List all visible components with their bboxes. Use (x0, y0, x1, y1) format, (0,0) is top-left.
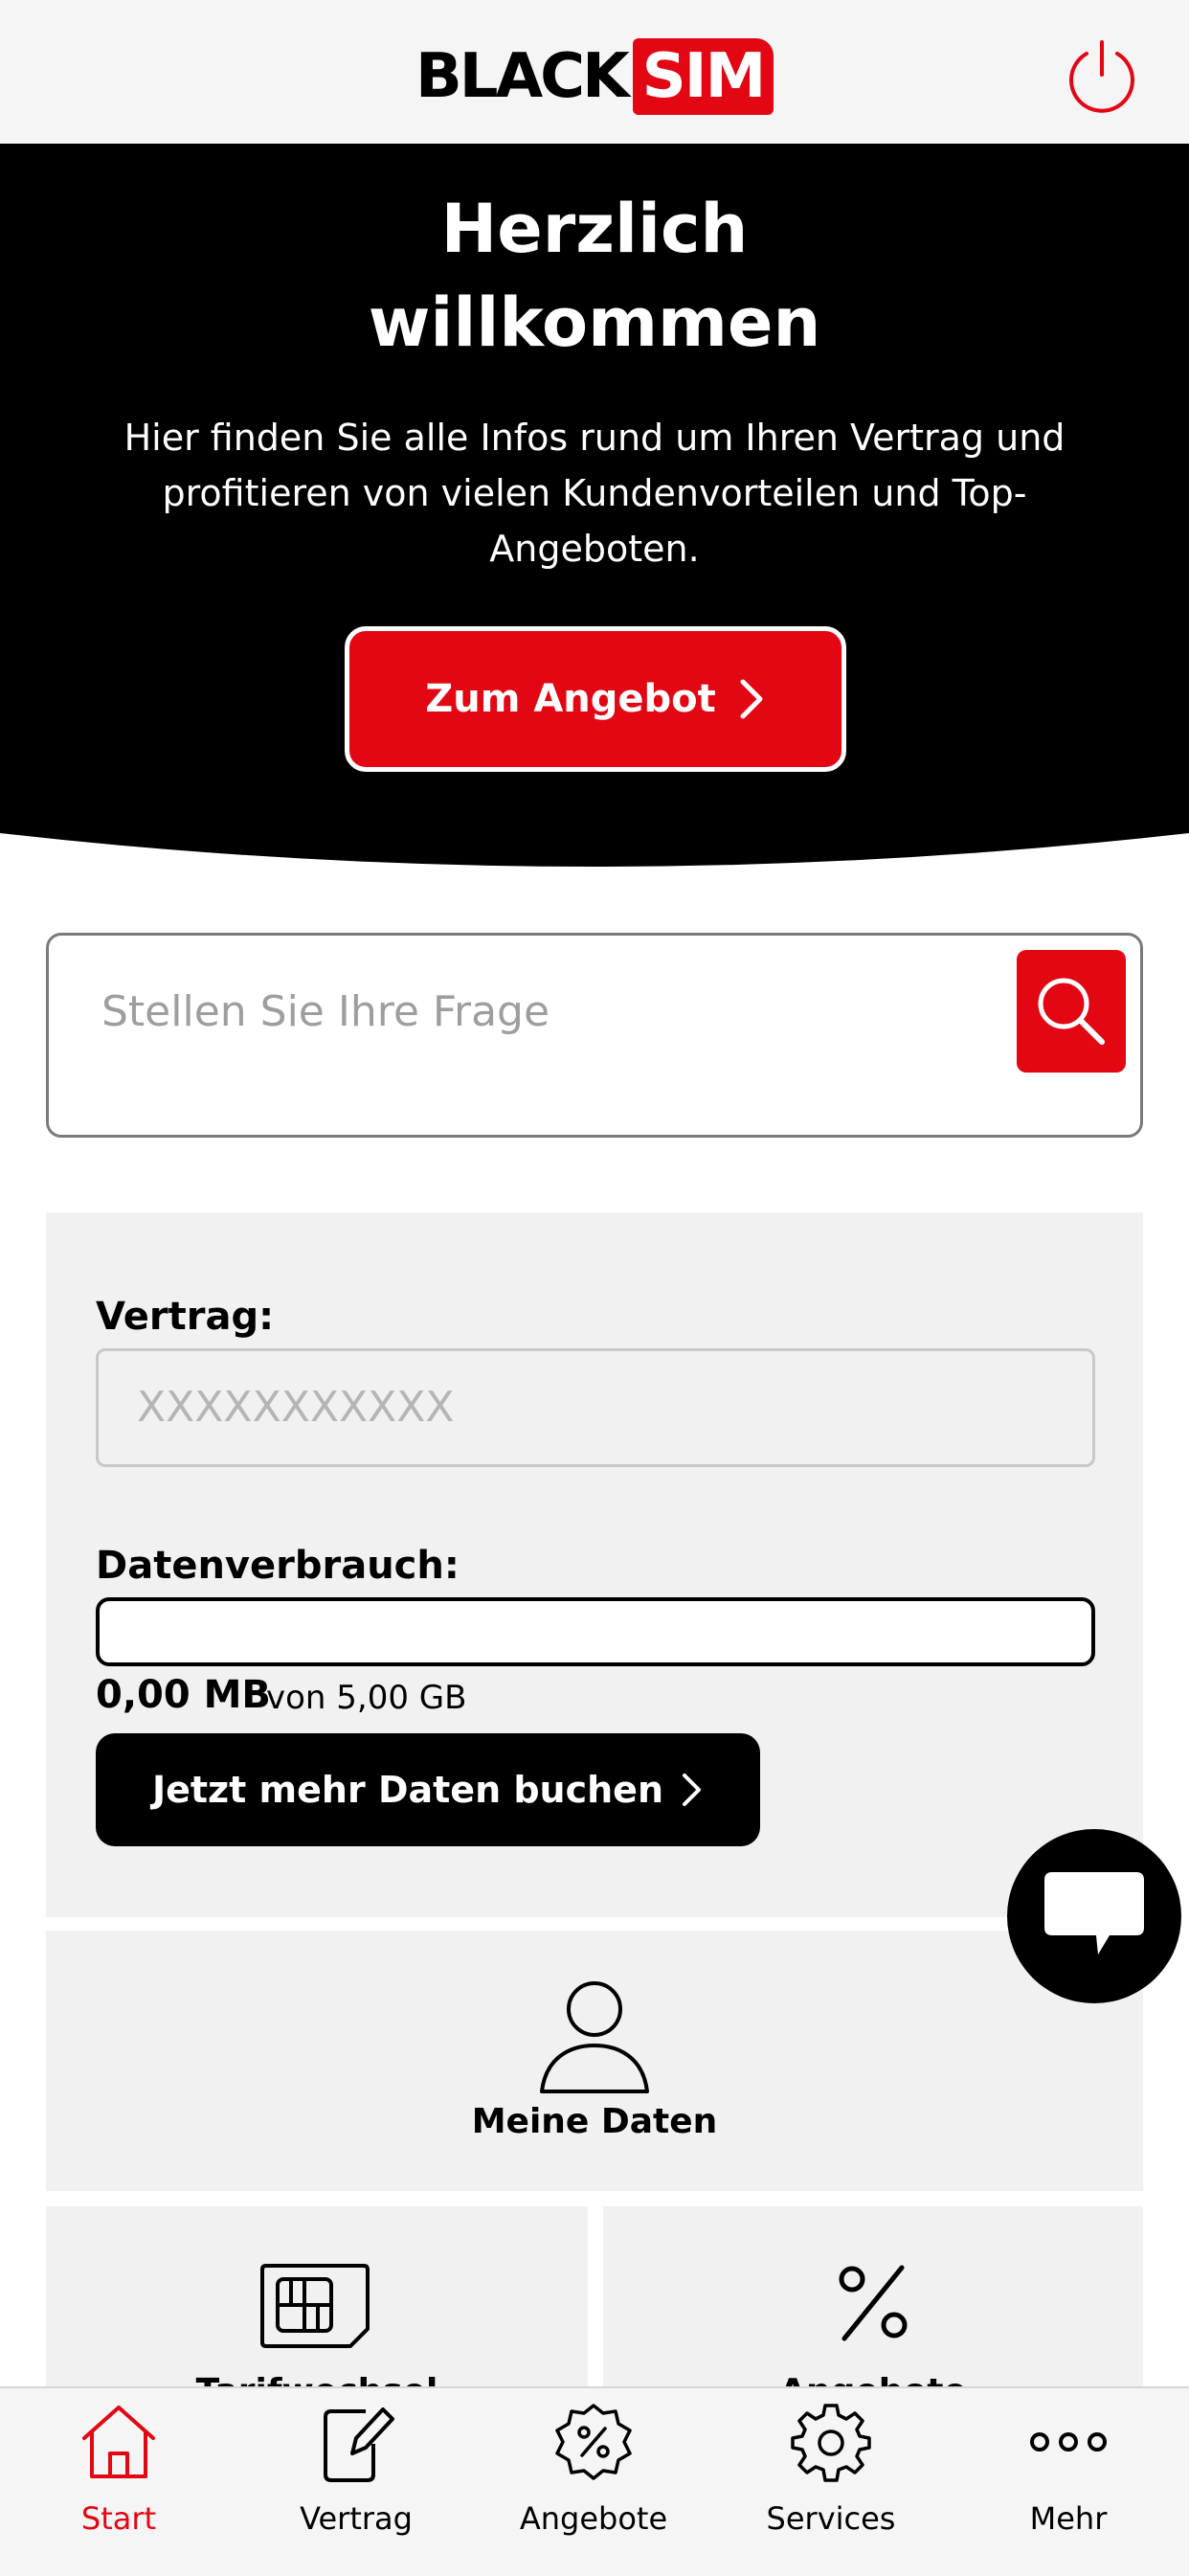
nav-item-mehr[interactable]: Mehr (950, 2386, 1187, 2574)
person-icon (540, 1981, 649, 2093)
home-icon (82, 2406, 155, 2478)
nav-item-start[interactable]: Start (0, 2386, 237, 2574)
chevron-right-icon (683, 1774, 702, 1806)
logo-black-text: BLACK (415, 41, 630, 112)
chevron-right-icon (740, 679, 763, 719)
hero-subtitle: Hier finden Sie alle Infos rund um Ihren… (123, 417, 1066, 570)
hero-title-line2: willkommen (368, 283, 821, 362)
blacksim-logo: BLACK SIM (415, 36, 774, 117)
gear-icon (791, 2404, 871, 2482)
search-icon (1038, 978, 1105, 1045)
more-dots-icon (1030, 2432, 1107, 2452)
nav-item-angebote[interactable]: Angebote (475, 2386, 712, 2574)
nav-label-start: Start (80, 2500, 157, 2537)
contract-edit-icon (324, 2407, 394, 2482)
nav-label-angebote: Angebote (519, 2500, 668, 2537)
data-usage-bar (96, 1597, 1095, 1666)
nav-item-services[interactable]: Services (712, 2386, 950, 2574)
nav-label-vertrag: Vertrag (300, 2500, 413, 2537)
power-icon[interactable] (1061, 36, 1143, 119)
nav-label-mehr: Mehr (1029, 2500, 1108, 2537)
hero-title-line1: Herzlich (440, 190, 749, 268)
buy-more-data-label: Jetzt mehr Daten buchen (151, 1769, 664, 1811)
nav-item-vertrag[interactable]: Vertrag (237, 2386, 475, 2574)
contract-label: Vertrag: (96, 1295, 275, 1339)
logo-sim-text: SIM (632, 38, 774, 115)
data-total-value: von 5,00 GB (266, 1679, 467, 1717)
hero-title: Herzlich willkommen (0, 182, 1189, 370)
percent-badge-icon (555, 2404, 632, 2480)
data-usage-label: Datenverbrauch: (96, 1544, 460, 1588)
contract-number-field[interactable]: XXXXXXXXXXX (96, 1348, 1095, 1467)
sim-card-icon (260, 2264, 370, 2348)
buy-more-data-button[interactable]: Jetzt mehr Daten buchen (96, 1733, 760, 1846)
chat-button[interactable] (1007, 1829, 1181, 2003)
my-data-label: Meine Daten (471, 2102, 718, 2141)
nav-label-services: Services (766, 2500, 896, 2537)
chat-bubble-icon (1044, 1872, 1144, 1955)
percent-icon (839, 2265, 908, 2341)
search-input[interactable] (100, 977, 984, 1046)
offer-cta-label: Zum Angebot (425, 677, 716, 721)
search-button[interactable] (1017, 950, 1126, 1073)
offer-cta-button[interactable]: Zum Angebot (345, 626, 846, 772)
data-used-value: 0,00 MB (96, 1673, 271, 1717)
